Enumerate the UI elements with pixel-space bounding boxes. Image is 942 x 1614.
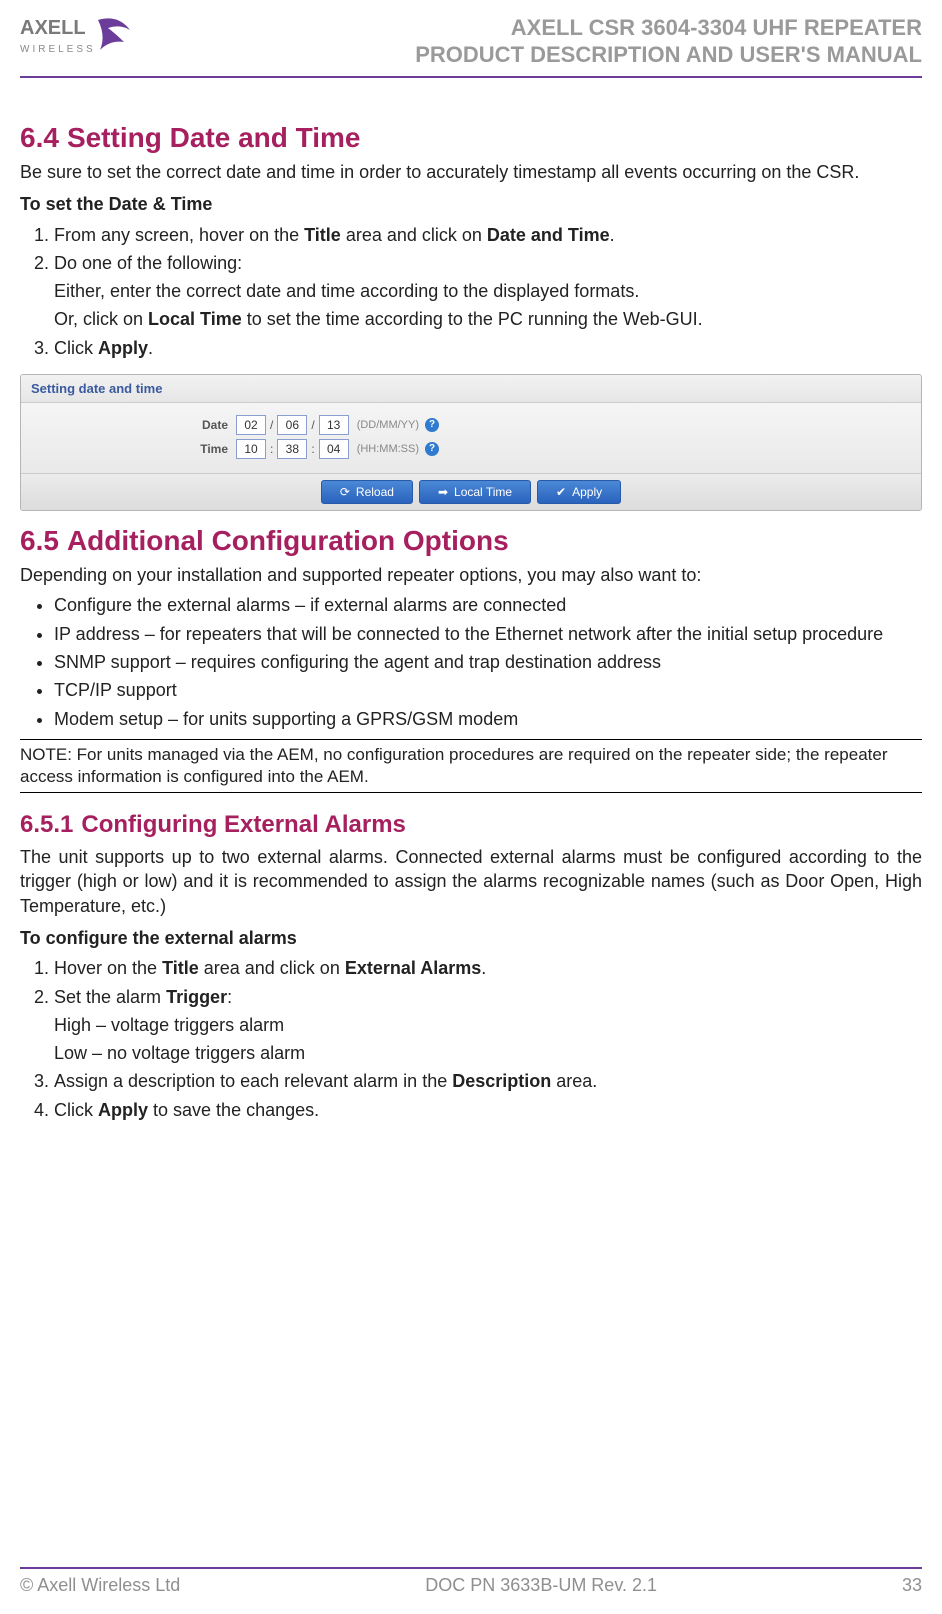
heading-text: Setting Date and Time: [67, 122, 361, 153]
section-6-5-1-intro: The unit supports up to two external ala…: [20, 845, 922, 918]
doc-title-line1: AXELL CSR 3604-3304 UHF REPEATER: [415, 14, 922, 42]
ui-button-bar: ⟳ Reload ➡ Local Time ✔ Apply: [21, 473, 921, 510]
time-row: Time : : (HH:MM:SS) ?: [31, 439, 911, 459]
step-2-sub-2: Low – no voltage triggers alarm: [54, 1041, 922, 1065]
reload-icon: ⟳: [340, 485, 350, 499]
date-sep-2: /: [311, 418, 314, 432]
list-item: IP address – for repeaters that will be …: [54, 622, 922, 646]
date-label: Date: [31, 418, 236, 432]
time-ss-input[interactable]: [319, 439, 349, 459]
config-options-list: Configure the external alarms – if exter…: [20, 593, 922, 730]
brand-logo: AXELL WIRELESS: [20, 12, 140, 70]
configure-alarms-subhead: To configure the external alarms: [20, 926, 922, 950]
date-yy-input[interactable]: [319, 415, 349, 435]
date-row: Date / / (DD/MM/YY) ?: [31, 415, 911, 435]
apply-button[interactable]: ✔ Apply: [537, 480, 621, 504]
ui-panel-title: Setting date and time: [21, 375, 921, 403]
footer-doc-id: DOC PN 3633B-UM Rev. 2.1: [425, 1575, 657, 1596]
step-2: Set the alarm Trigger: High – voltage tr…: [54, 985, 922, 1066]
svg-text:AXELL: AXELL: [20, 17, 86, 39]
page-header: AXELL WIRELESS AXELL CSR 3604-3304 UHF R…: [20, 12, 922, 78]
reload-button[interactable]: ⟳ Reload: [321, 480, 413, 504]
step-2-sub-2: Or, click on Local Time to set the time …: [54, 307, 922, 331]
note-box: NOTE: For units managed via the AEM, no …: [20, 739, 922, 793]
date-dd-input[interactable]: [236, 415, 266, 435]
list-item: Modem setup – for units supporting a GPR…: [54, 707, 922, 731]
heading-6-5-1: 6.5.1 Configuring External Alarms: [20, 811, 922, 839]
heading-text: Additional Configuration Options: [67, 525, 509, 556]
time-sep-2: :: [311, 442, 314, 456]
date-time-ui-panel: Setting date and time Date / / (DD/MM/YY…: [20, 374, 922, 511]
set-date-time-steps: From any screen, hover on the Title area…: [20, 223, 922, 360]
arrow-right-icon: ➡: [438, 485, 448, 499]
heading-text: Configuring External Alarms: [81, 811, 406, 838]
help-icon[interactable]: ?: [425, 418, 439, 432]
set-date-time-subhead: To set the Date & Time: [20, 192, 922, 216]
configure-alarms-steps: Hover on the Title area and click on Ext…: [20, 956, 922, 1122]
footer-page-number: 33: [902, 1575, 922, 1596]
check-icon: ✔: [556, 485, 566, 499]
heading-number: 6.5.1: [20, 811, 73, 838]
heading-number: 6.5: [20, 525, 59, 556]
step-1: From any screen, hover on the Title area…: [54, 223, 922, 247]
step-3: Assign a description to each relevant al…: [54, 1069, 922, 1093]
heading-6-5: 6.5 Additional Configuration Options: [20, 525, 922, 557]
step-2: Do one of the following: Either, enter t…: [54, 251, 922, 332]
section-6-5-intro: Depending on your installation and suppo…: [20, 563, 922, 587]
section-6-4-intro: Be sure to set the correct date and time…: [20, 160, 922, 184]
reload-button-label: Reload: [356, 485, 394, 499]
date-sep-1: /: [270, 418, 273, 432]
time-mi-input[interactable]: [277, 439, 307, 459]
axell-logo-icon: AXELL WIRELESS: [20, 12, 140, 70]
date-format-hint: (DD/MM/YY): [357, 419, 419, 431]
list-item: Configure the external alarms – if exter…: [54, 593, 922, 617]
doc-title-line2: PRODUCT DESCRIPTION AND USER'S MANUAL: [415, 41, 922, 69]
step-2-sub-1: High – voltage triggers alarm: [54, 1013, 922, 1037]
heading-6-4: 6.4 Setting Date and Time: [20, 122, 922, 154]
time-hh-input[interactable]: [236, 439, 266, 459]
local-time-button-label: Local Time: [454, 485, 512, 499]
time-format-hint: (HH:MM:SS): [357, 443, 419, 455]
date-mm-input[interactable]: [277, 415, 307, 435]
local-time-button[interactable]: ➡ Local Time: [419, 480, 531, 504]
footer-copyright: © Axell Wireless Ltd: [20, 1575, 180, 1596]
step-1: Hover on the Title area and click on Ext…: [54, 956, 922, 980]
step-3: Click Apply.: [54, 336, 922, 360]
step-4: Click Apply to save the changes.: [54, 1098, 922, 1122]
time-label: Time: [31, 442, 236, 456]
help-icon[interactable]: ?: [425, 442, 439, 456]
step-2-sub-1: Either, enter the correct date and time …: [54, 279, 922, 303]
apply-button-label: Apply: [572, 485, 602, 499]
list-item: TCP/IP support: [54, 678, 922, 702]
heading-number: 6.4: [20, 122, 59, 153]
page-footer: © Axell Wireless Ltd DOC PN 3633B-UM Rev…: [20, 1567, 922, 1596]
svg-text:WIRELESS: WIRELESS: [20, 44, 96, 55]
time-sep-1: :: [270, 442, 273, 456]
list-item: SNMP support – requires configuring the …: [54, 650, 922, 674]
